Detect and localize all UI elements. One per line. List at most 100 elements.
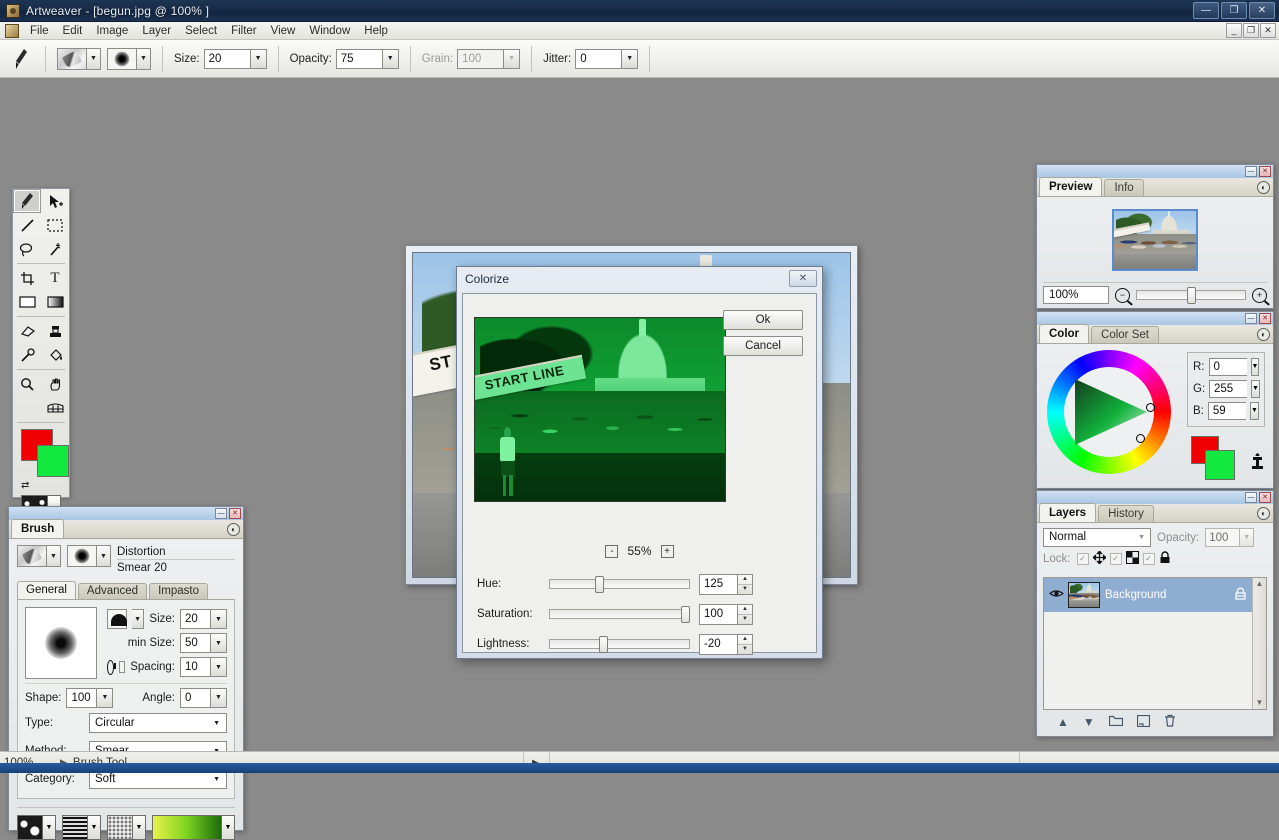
brush-size-input[interactable] bbox=[180, 609, 210, 629]
lightness-stepper[interactable]: ▲ ▼ bbox=[737, 634, 753, 655]
background-color-swatch[interactable] bbox=[37, 445, 69, 477]
brush-tip-shape-swatch[interactable] bbox=[107, 609, 127, 629]
color-panel-background-swatch[interactable] bbox=[1205, 450, 1235, 480]
preview-zoom-slider[interactable] bbox=[1136, 290, 1246, 300]
brush-size-arrow[interactable]: ▼ bbox=[210, 609, 227, 629]
swap-colors-icon[interactable]: ⇄ bbox=[21, 480, 29, 491]
gradient-selector[interactable]: ▼ bbox=[152, 815, 235, 840]
tab-advanced[interactable]: Advanced bbox=[78, 583, 147, 599]
eye-icon[interactable] bbox=[1049, 588, 1063, 602]
hue-marker[interactable] bbox=[1146, 403, 1155, 412]
hue-value-spinner[interactable]: ▲ ▼ bbox=[699, 574, 753, 595]
lightness-value-spinner[interactable]: ▲ ▼ bbox=[699, 634, 753, 655]
hue-step-down[interactable]: ▼ bbox=[738, 585, 752, 594]
tool-grid-view[interactable] bbox=[41, 396, 69, 420]
brush-category-chevron-down-icon[interactable]: ▼ bbox=[213, 776, 220, 783]
menu-item-select[interactable]: Select bbox=[178, 24, 224, 38]
brush-panel-minimize[interactable]: — bbox=[215, 508, 227, 519]
stroke-preview-combo[interactable]: ▼ bbox=[57, 48, 101, 70]
color-panel-close[interactable]: ✕ bbox=[1259, 313, 1271, 324]
lightness-step-up[interactable]: ▲ bbox=[738, 635, 752, 645]
brush-stroke-dropdown-arrow[interactable]: ▼ bbox=[47, 545, 61, 567]
brush-shape-spinner[interactable]: ▼ bbox=[66, 688, 113, 708]
hue-input[interactable] bbox=[699, 574, 737, 595]
tool-magic-wand[interactable] bbox=[41, 237, 69, 261]
new-group-button[interactable] bbox=[1109, 715, 1123, 729]
tool-text[interactable]: T bbox=[41, 266, 69, 290]
brush-panel[interactable]: — ✕ Brush ◐ ▼ ▼ Distor bbox=[8, 506, 244, 831]
tab-general[interactable]: General bbox=[17, 581, 76, 599]
tool-shape[interactable] bbox=[13, 290, 41, 314]
color-panel[interactable]: — ✕ Color Color Set ◐ R: bbox=[1036, 311, 1274, 489]
brush-min-size-arrow[interactable]: ▼ bbox=[210, 633, 227, 653]
preview-panel-menu-icon[interactable]: ◐ bbox=[1257, 181, 1270, 194]
brush-min-size-spinner[interactable]: ▼ bbox=[180, 633, 227, 653]
lock-transparency-checkbox[interactable]: ✓ bbox=[1077, 553, 1089, 565]
brush-tip-swatch[interactable] bbox=[107, 48, 137, 70]
tool-eyedropper[interactable] bbox=[13, 343, 41, 367]
tab-info[interactable]: Info bbox=[1104, 179, 1143, 196]
layers-list[interactable]: Background ▲ ▼ bbox=[1043, 577, 1267, 710]
move-layer-down-button[interactable]: ▼ bbox=[1083, 715, 1095, 729]
menu-item-file[interactable]: File bbox=[23, 24, 56, 38]
brush-variant-combo[interactable]: ▼ bbox=[67, 545, 111, 567]
tool-zoom[interactable] bbox=[13, 372, 41, 396]
saturation-input[interactable] bbox=[699, 604, 737, 625]
stroke-preview-swatch[interactable] bbox=[57, 48, 87, 70]
menu-item-layer[interactable]: Layer bbox=[135, 24, 178, 38]
tab-preview[interactable]: Preview bbox=[1039, 177, 1102, 196]
zoom-out-button[interactable]: - bbox=[605, 545, 618, 558]
layers-panel-minimize[interactable]: — bbox=[1245, 492, 1257, 503]
lightness-slider-track[interactable] bbox=[549, 639, 689, 649]
tool-hand[interactable] bbox=[41, 372, 69, 396]
brush-stroke-combo[interactable]: ▼ bbox=[17, 545, 61, 567]
brush-variant-dropdown-arrow[interactable]: ▼ bbox=[97, 545, 111, 567]
size-dropdown-arrow[interactable]: ▼ bbox=[250, 49, 267, 69]
brush-spacing-spinner[interactable]: ▼ bbox=[180, 657, 227, 677]
stroke-dropdown-arrow[interactable]: ▼ bbox=[87, 48, 101, 70]
tool-crop[interactable] bbox=[13, 266, 41, 290]
hue-step-up[interactable]: ▲ bbox=[738, 575, 752, 585]
saturation-slider-track[interactable] bbox=[549, 609, 689, 619]
brush-tip-dropdown-arrow[interactable]: ▼ bbox=[137, 48, 151, 70]
tool-move[interactable] bbox=[41, 189, 69, 213]
red-dropdown-arrow[interactable]: ▼ bbox=[1251, 358, 1260, 376]
tab-color-set[interactable]: Color Set bbox=[1091, 326, 1159, 343]
tool-lasso[interactable] bbox=[13, 237, 41, 261]
blue-input[interactable] bbox=[1208, 402, 1246, 420]
tab-history[interactable]: History bbox=[1098, 505, 1154, 522]
preview-zoom-knob[interactable] bbox=[1187, 287, 1196, 304]
opacity-input[interactable] bbox=[336, 49, 382, 69]
layers-scroll-up[interactable]: ▲ bbox=[1253, 578, 1266, 590]
jitter-dropdown-arrow[interactable]: ▼ bbox=[621, 49, 638, 69]
brush-type-chevron-down-icon[interactable]: ▼ bbox=[213, 720, 220, 727]
cancel-button[interactable]: Cancel bbox=[723, 336, 803, 356]
ok-button[interactable]: Ok bbox=[723, 310, 803, 330]
hue-slider-track[interactable] bbox=[549, 579, 689, 589]
green-dropdown-arrow[interactable]: ▼ bbox=[1251, 380, 1260, 398]
timing-icon[interactable] bbox=[107, 660, 114, 675]
saturation-marker[interactable] bbox=[1136, 434, 1145, 443]
opacity-dropdown-arrow[interactable]: ▼ bbox=[382, 49, 399, 69]
tool-paint-bucket[interactable] bbox=[41, 343, 69, 367]
lightness-slider-knob[interactable] bbox=[599, 636, 608, 653]
minimize-button[interactable]: — bbox=[1193, 2, 1219, 19]
document-minimize-button[interactable]: _ bbox=[1226, 23, 1242, 38]
layers-scroll-down[interactable]: ▼ bbox=[1253, 697, 1266, 709]
colorize-close-button[interactable]: ✕ bbox=[789, 270, 817, 287]
document-restore-button[interactable]: ❐ bbox=[1243, 23, 1259, 38]
layer-name[interactable]: Background bbox=[1105, 589, 1229, 601]
blend-mode-chevron-down-icon[interactable]: ▼ bbox=[1138, 529, 1145, 546]
color-swatches[interactable]: ⇄ bbox=[21, 429, 61, 489]
close-button[interactable]: ✕ bbox=[1249, 2, 1275, 19]
colorize-dialog[interactable]: Colorize ✕ START LINE bbox=[456, 266, 823, 659]
blue-dropdown-arrow[interactable]: ▼ bbox=[1250, 402, 1259, 420]
tab-impasto[interactable]: Impasto bbox=[149, 583, 208, 599]
tool-line[interactable] bbox=[13, 213, 41, 237]
tab-brush[interactable]: Brush bbox=[11, 519, 64, 538]
brush-size-spinner[interactable]: ▼ bbox=[180, 609, 227, 629]
brush-shape-input[interactable] bbox=[66, 688, 96, 708]
tab-color[interactable]: Color bbox=[1039, 324, 1089, 343]
delete-layer-button[interactable] bbox=[1164, 714, 1176, 730]
preview-thumbnail[interactable] bbox=[1112, 209, 1198, 271]
